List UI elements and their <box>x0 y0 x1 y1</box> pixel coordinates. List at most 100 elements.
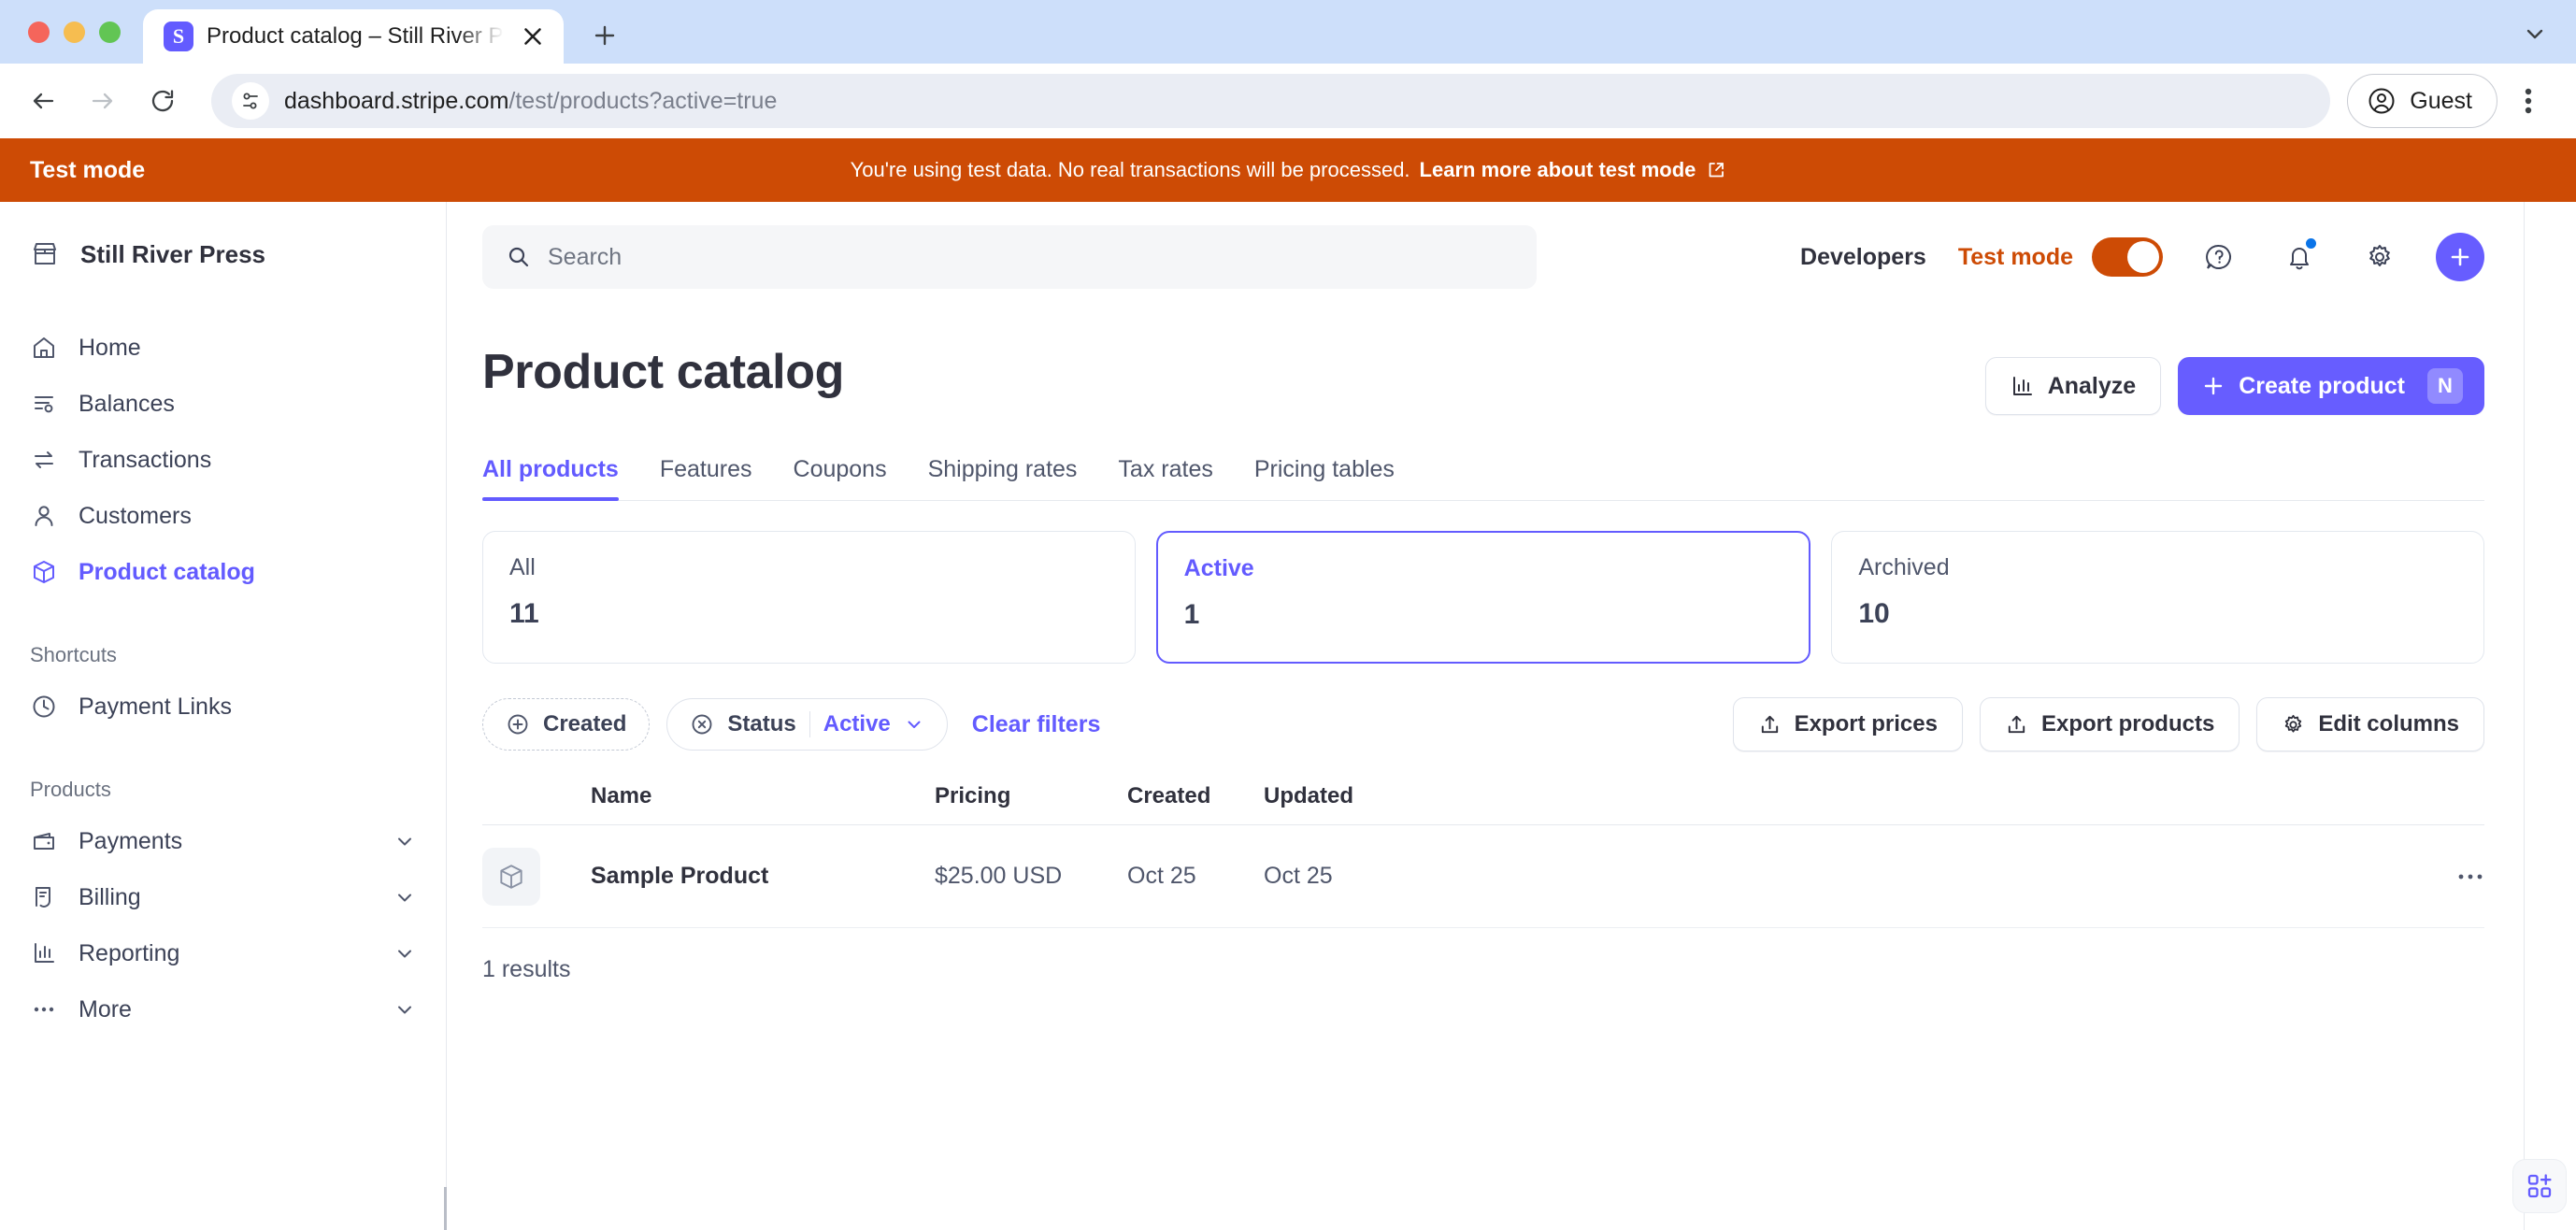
export-products-button[interactable]: Export products <box>1979 697 2240 751</box>
bar-chart-icon <box>2012 377 2032 395</box>
products-nav: Payments Billing Reporting More <box>0 813 446 1037</box>
export-products-label: Export products <box>2040 711 2215 737</box>
close-window-button[interactable] <box>28 21 50 43</box>
url-path: /test/products?active=true <box>508 87 778 114</box>
row-overflow-icon[interactable] <box>2410 872 2484 881</box>
filter-status-label: Status <box>727 711 796 737</box>
notifications-bell-icon[interactable] <box>2275 233 2324 281</box>
clear-filters-link[interactable]: Clear filters <box>972 711 1101 738</box>
create-new-button[interactable] <box>2436 233 2484 281</box>
export-prices-button[interactable]: Export prices <box>1732 697 1963 751</box>
tab-features[interactable]: Features <box>639 456 773 500</box>
sidebar-item-label: Customers <box>79 502 192 529</box>
primary-nav: Home Balances Transactions Customers Pro… <box>0 320 446 600</box>
card-value: 11 <box>509 598 539 629</box>
sidebar-item-balances[interactable]: Balances <box>0 376 446 432</box>
create-product-button[interactable]: Create product N <box>2178 357 2484 415</box>
help-icon[interactable] <box>2195 233 2243 281</box>
filter-chip-divider <box>809 711 810 737</box>
search-icon <box>508 247 529 267</box>
analyze-button[interactable]: Analyze <box>1984 357 2162 415</box>
product-box-icon <box>482 847 540 906</box>
card-archived[interactable]: Archived 10 <box>1831 531 2485 664</box>
sidebar-item-transactions[interactable]: Transactions <box>0 432 446 488</box>
tab-tax-rates[interactable]: Tax rates <box>1097 456 1233 500</box>
sidebar-item-label: Home <box>79 334 141 361</box>
status-filter-cards: All 11 Active 1 Archived 10 <box>482 531 2485 664</box>
account-switcher[interactable]: Still River Press <box>0 239 446 269</box>
sidebar-item-more[interactable]: More <box>0 981 446 1037</box>
filter-status-value: Active <box>823 711 891 737</box>
cell-product-pricing: $25.00 USD <box>935 863 1063 889</box>
sidebar-item-payments[interactable]: Payments <box>0 813 446 869</box>
filter-status-chip[interactable]: Status Active <box>666 698 948 751</box>
kebab-menu-icon[interactable] <box>2505 75 2552 127</box>
search-input[interactable]: Search <box>482 225 1537 289</box>
sidebar-item-product-catalog[interactable]: Product catalog <box>0 544 446 600</box>
sidebar-item-reporting[interactable]: Reporting <box>0 925 446 981</box>
sidebar-item-billing[interactable]: Billing <box>0 869 446 925</box>
tab-shipping-rates[interactable]: Shipping rates <box>908 456 1098 500</box>
page-title: Product catalog <box>482 345 844 399</box>
table-header-updated: Updated <box>1264 783 1353 808</box>
results-count: 1 results <box>482 956 571 982</box>
developers-link[interactable]: Developers <box>1800 244 1926 271</box>
filter-created-label: Created <box>543 711 627 737</box>
test-mode-toggle-group[interactable]: Test mode <box>1958 237 2163 277</box>
tab-pricing-tables[interactable]: Pricing tables <box>1234 456 1415 500</box>
test-mode-banner-label: Test mode <box>30 156 146 183</box>
sidebar-section-shortcuts: Shortcuts <box>30 643 117 666</box>
close-tab-icon[interactable] <box>517 21 549 52</box>
ellipsis-icon <box>34 1007 54 1012</box>
test-mode-banner-message: You're using test data. No real transact… <box>850 158 1410 181</box>
forward-arrow-icon[interactable] <box>77 75 129 127</box>
products-table: Name Pricing Created Updated Sample Prod… <box>482 783 2484 983</box>
sidebar-item-label: Transactions <box>79 446 212 473</box>
site-settings-icon[interactable] <box>232 82 269 120</box>
account-circle-icon <box>2368 88 2395 114</box>
sidebar-item-label: Reporting <box>79 939 180 966</box>
page-content: Product catalog Analyze Create product N… <box>447 312 2524 1230</box>
browser-toolbar: dashboard.stripe.com/test/products?activ… <box>0 64 2576 138</box>
back-arrow-icon[interactable] <box>17 75 69 127</box>
profile-button[interactable]: Guest <box>2347 74 2497 128</box>
card-active[interactable]: Active 1 <box>1155 531 1811 664</box>
filter-created-chip[interactable]: Created <box>482 698 651 751</box>
remove-filter-icon[interactable] <box>690 712 714 737</box>
billing-icon <box>36 887 50 908</box>
plus-icon <box>2204 377 2223 395</box>
table-header-row: Name Pricing Created Updated <box>482 783 2484 825</box>
sidebar-section-products: Products <box>30 778 111 801</box>
minimize-window-button[interactable] <box>64 21 85 43</box>
tab-all-products[interactable]: All products <box>482 456 639 501</box>
page-content-inner: Product catalog Analyze Create product N… <box>447 312 2524 983</box>
chevron-down-icon <box>908 721 921 728</box>
tab-list-chevron-down-icon[interactable] <box>2509 7 2561 60</box>
cell-product-updated: Oct 25 <box>1264 863 1333 889</box>
filter-bar: Created Status Active Clear filters Expo… <box>482 697 2484 751</box>
maximize-window-button[interactable] <box>99 21 121 43</box>
learn-more-test-mode-link[interactable]: Learn more about test mode <box>1420 158 1726 182</box>
browser-tab[interactable]: S Product catalog – Still River Press <box>143 9 564 64</box>
analyze-label: Analyze <box>2047 372 2137 399</box>
card-value: 1 <box>1183 599 1200 630</box>
sidebar-item-customers[interactable]: Customers <box>0 488 446 544</box>
address-bar[interactable]: dashboard.stripe.com/test/products?activ… <box>211 74 2331 128</box>
settings-gear-icon[interactable] <box>2355 233 2404 281</box>
card-label: Active <box>1183 555 1254 581</box>
card-all[interactable]: All 11 <box>482 531 1136 664</box>
edit-columns-button[interactable]: Edit columns <box>2256 697 2484 751</box>
new-tab-button[interactable] <box>580 11 629 60</box>
sidebar-item-home[interactable]: Home <box>0 320 446 376</box>
chevron-down-icon <box>398 1006 411 1014</box>
notification-badge <box>2304 236 2318 250</box>
table-row[interactable]: Sample Product $25.00 USD Oct 25 Oct 25 <box>482 825 2484 928</box>
add-apps-icon[interactable] <box>2512 1159 2567 1213</box>
test-mode-toggle[interactable] <box>2092 237 2163 277</box>
sidebar-item-label: Payments <box>79 827 183 854</box>
reload-icon[interactable] <box>136 75 189 127</box>
stripe-dashboard: Still River Press Home Balances Transact… <box>0 202 2576 1230</box>
clock-icon <box>33 695 55 718</box>
sidebar-item-payment-links[interactable]: Payment Links <box>0 679 446 735</box>
tab-coupons[interactable]: Coupons <box>773 456 908 500</box>
